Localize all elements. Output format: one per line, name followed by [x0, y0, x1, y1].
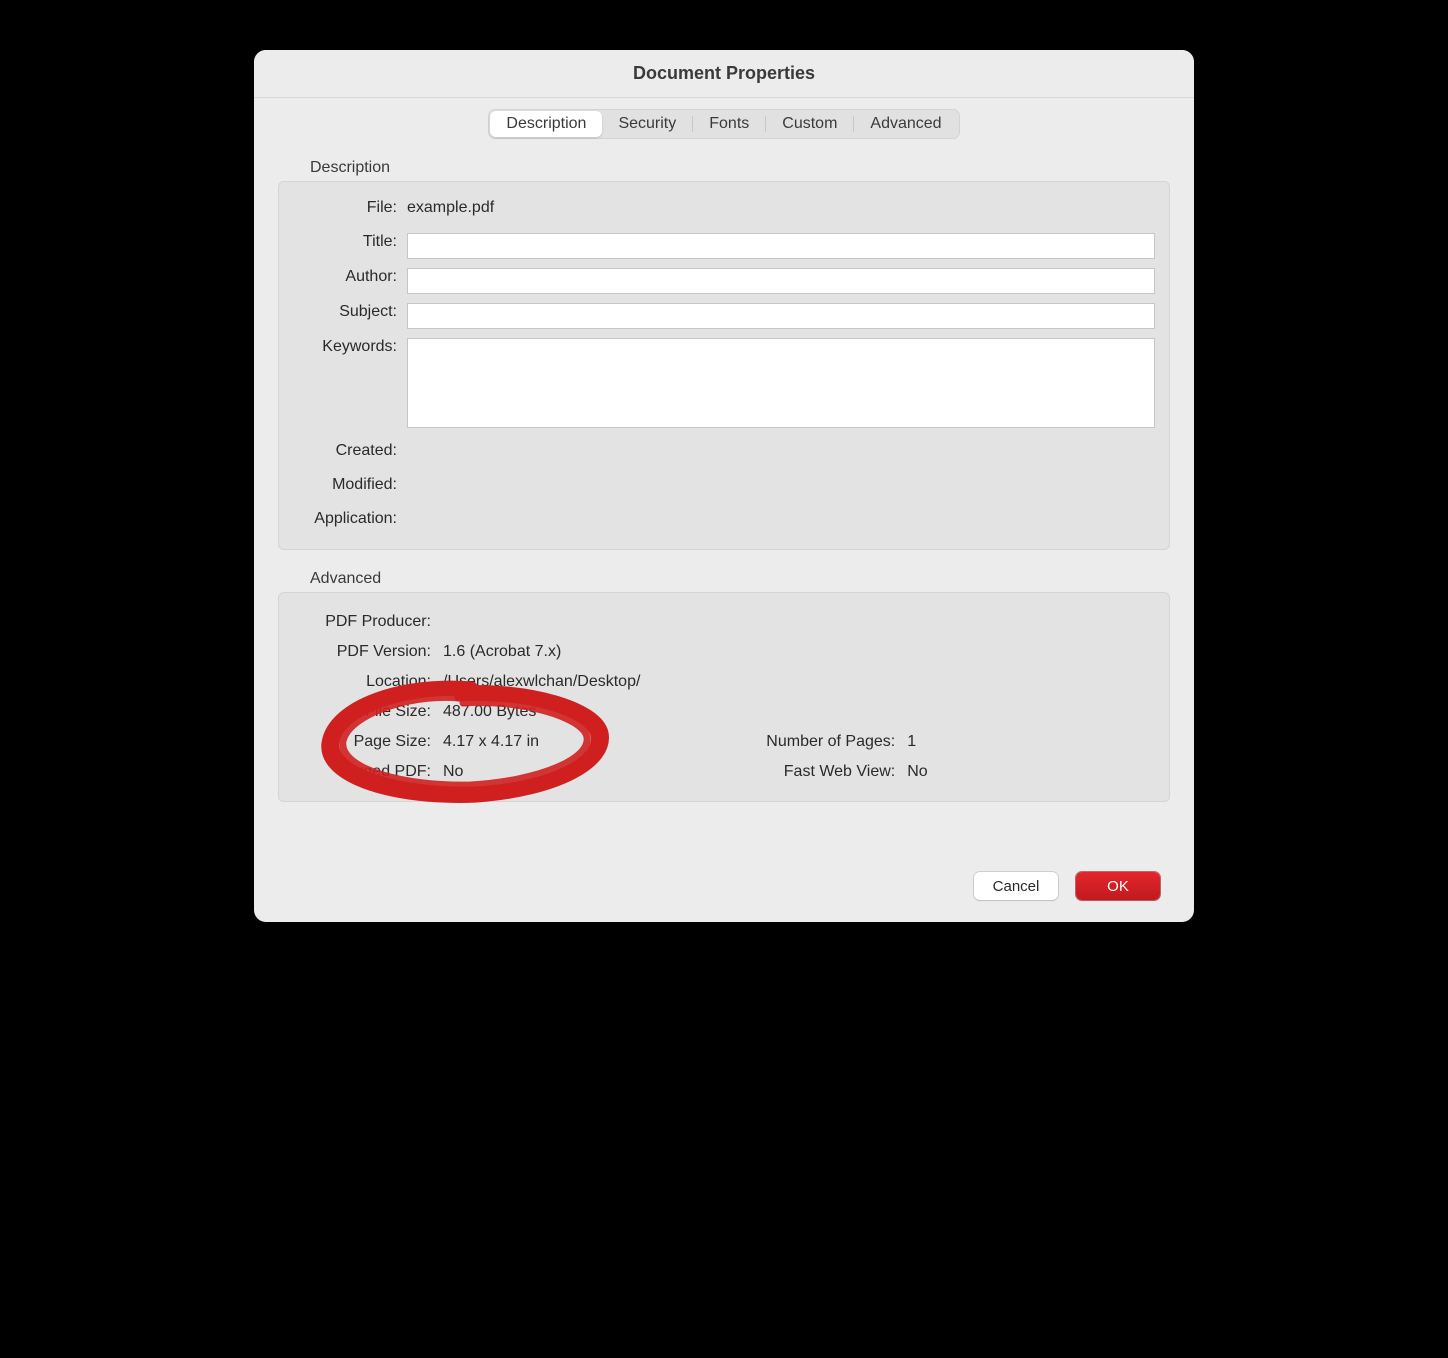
titlebar: Document Properties [254, 50, 1194, 98]
cancel-button[interactable]: Cancel [974, 872, 1058, 900]
num-pages-label: Number of Pages: [741, 733, 907, 751]
subject-label: Subject: [293, 300, 407, 321]
tab-security[interactable]: Security [602, 111, 692, 137]
tab-bar: Description Security Fonts Custom Advanc… [278, 109, 1170, 139]
tab-description[interactable]: Description [490, 111, 602, 137]
title-label: Title: [293, 230, 407, 251]
author-label: Author: [293, 265, 407, 286]
modified-value [407, 473, 1155, 476]
advanced-heading: Advanced [310, 570, 1170, 588]
tab-fonts[interactable]: Fonts [693, 111, 765, 137]
tagged-pdf-label: Tagged PDF: [293, 763, 443, 781]
file-size-value: 487.00 Bytes [443, 703, 1155, 721]
pdf-producer-label: PDF Producer: [293, 613, 443, 631]
tab-custom[interactable]: Custom [766, 111, 853, 137]
document-properties-window: Document Properties Description Security… [254, 50, 1194, 922]
created-label: Created: [293, 439, 407, 460]
location-value: /Users/alexwlchan/Desktop/ [443, 673, 1155, 691]
pdf-version-label: PDF Version: [293, 643, 443, 661]
created-value [407, 439, 1155, 442]
dialog-footer: Cancel OK [278, 802, 1170, 900]
tagged-pdf-value: No [443, 763, 741, 781]
subject-input[interactable] [407, 303, 1155, 329]
description-group: Description File: example.pdf Title: Aut… [278, 159, 1170, 550]
segmented-control: Description Security Fonts Custom Advanc… [488, 109, 959, 139]
window-title: Document Properties [633, 63, 815, 84]
application-value [407, 507, 1155, 510]
file-size-label: File Size: [293, 703, 443, 721]
keywords-input[interactable] [407, 338, 1155, 428]
fast-web-label: Fast Web View: [741, 763, 907, 781]
num-pages-value: 1 [907, 733, 916, 751]
keywords-label: Keywords: [293, 335, 407, 356]
page-size-value: 4.17 x 4.17 in [443, 733, 741, 751]
pdf-version-value: 1.6 (Acrobat 7.x) [443, 643, 1155, 661]
author-input[interactable] [407, 268, 1155, 294]
title-input[interactable] [407, 233, 1155, 259]
window-content: Description Security Fonts Custom Advanc… [254, 109, 1194, 922]
location-label: Location: [293, 673, 443, 691]
application-label: Application: [293, 507, 407, 528]
advanced-group: Advanced PDF Producer: PDF Version: 1.6 … [278, 570, 1170, 802]
fast-web-value: No [907, 763, 927, 781]
modified-label: Modified: [293, 473, 407, 494]
ok-button[interactable]: OK [1076, 872, 1160, 900]
tab-advanced[interactable]: Advanced [854, 111, 957, 137]
description-box: File: example.pdf Title: Author: Subject… [278, 181, 1170, 550]
page-size-label: Page Size: [293, 733, 443, 751]
advanced-box: PDF Producer: PDF Version: 1.6 (Acrobat … [278, 592, 1170, 802]
file-value: example.pdf [407, 196, 1155, 217]
file-label: File: [293, 196, 407, 217]
description-heading: Description [310, 159, 1170, 177]
